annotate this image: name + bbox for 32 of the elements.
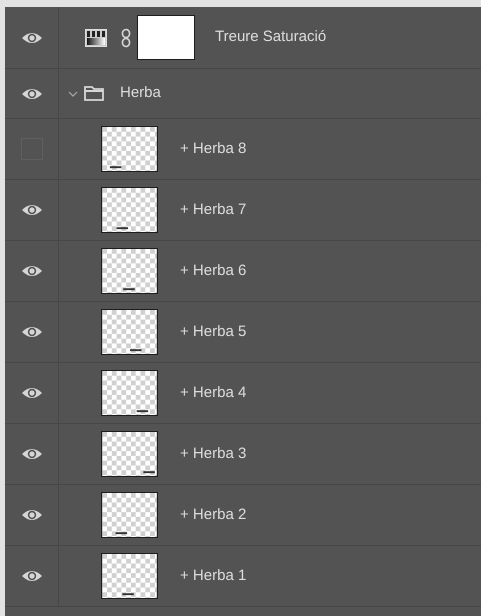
layer-thumbnail [101, 248, 158, 294]
eye-icon[interactable] [20, 508, 42, 522]
eye-icon[interactable] [20, 569, 42, 583]
layer-name: + Herba 5 [180, 322, 246, 342]
eye-icon[interactable] [20, 325, 42, 339]
eye-icon[interactable] [20, 30, 42, 44]
layer-thumbnail [101, 370, 158, 416]
layer-thumbnail [101, 492, 158, 538]
layer-name: Treure Saturació [215, 27, 326, 48]
folder-icon [84, 86, 104, 101]
layer-thumbnail [101, 431, 158, 477]
layer-mask-thumbnail [137, 15, 195, 60]
layer-name: + Herba 3 [180, 444, 246, 464]
layer-name: + Herba 2 [180, 504, 246, 525]
layer-name: + Herba 7 [180, 200, 246, 220]
eye-icon[interactable] [20, 86, 42, 100]
adjustment-icon [85, 28, 107, 46]
layer-thumbnail [101, 309, 158, 355]
eye-icon[interactable] [20, 203, 42, 217]
eye-icon[interactable] [20, 264, 42, 278]
eye-icon[interactable] [20, 447, 42, 461]
layer-name: + Herba 1 [180, 566, 246, 586]
layer-name: + Herba 8 [180, 138, 246, 159]
eye-icon[interactable] [20, 386, 42, 400]
link-icon[interactable] [121, 28, 131, 48]
layer-thumbnail [101, 553, 158, 599]
layer-name: Herba [120, 83, 161, 104]
layer-thumbnail [101, 126, 158, 172]
layer-name: + Herba 4 [180, 382, 246, 403]
layer-thumbnail [101, 187, 158, 233]
chevron-down-icon[interactable] [68, 90, 78, 96]
layer-name: + Herba 6 [180, 260, 246, 281]
